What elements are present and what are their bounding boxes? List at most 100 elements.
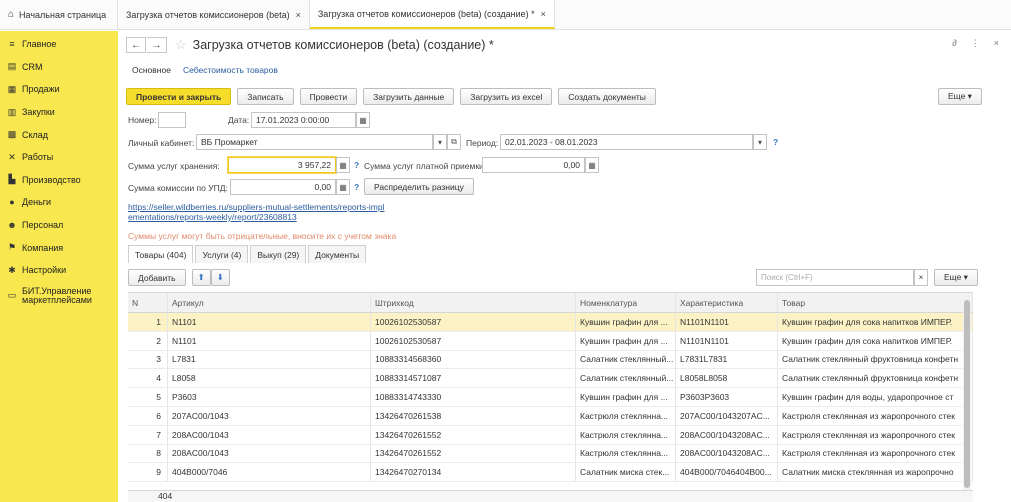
table-row[interactable]: 6 207AC00/1043 13426470261538 Кастрюля стек… [128, 406, 973, 426]
tab-buyout[interactable]: Выкуп (29) [250, 245, 307, 263]
table-row[interactable]: 2 N1101 10026102530587 Кувшин графин для ..… [128, 331, 973, 351]
table-row[interactable]: 3 L7831 10883314568360 Салатник стеклянный.… [128, 350, 973, 370]
arrow-right-icon: → [151, 39, 162, 51]
star-icon[interactable]: ☆ [175, 37, 187, 53]
search-input[interactable]: Поиск (Ctrl+F) [756, 269, 914, 286]
table-more-button[interactable]: Еще ▾ [934, 269, 978, 286]
cell-n: 3 [128, 350, 168, 369]
help-icon[interactable]: ? [773, 137, 778, 147]
calculator-icon[interactable]: ▦ [336, 157, 350, 173]
cell-article: L7831 [168, 350, 371, 369]
date-field[interactable]: 17.01.2023 0:00:00 [251, 112, 356, 128]
sidebar-item-works[interactable]: ✕ Работы [0, 146, 118, 169]
commission-field[interactable]: 0,00 [230, 179, 336, 195]
cell-n: 1 [128, 313, 168, 331]
table-row[interactable]: 5 P3603 10883314743330 Кувшин графин для ..… [128, 388, 973, 407]
calculator-icon[interactable]: ▦ [336, 179, 350, 195]
crm-icon: ▤ [7, 61, 17, 72]
table-row[interactable]: 8 208AC00/1043 13426470261552 Кастрюля стек… [128, 444, 973, 464]
link-icon[interactable]: ∂ [952, 38, 956, 49]
more-vertical-icon[interactable]: ⋮ [971, 38, 980, 49]
cell-barcode: 13426470270134 [371, 463, 576, 482]
move-up-button[interactable]: ⬆ [191, 269, 211, 286]
post-and-close-button[interactable]: Провести и закрыть [126, 88, 232, 105]
post-button[interactable]: Провести [299, 88, 358, 105]
period-field[interactable]: 02.01.2023 - 08.01.2023 [500, 134, 753, 150]
open-link-icon[interactable]: ⧉ [447, 134, 461, 150]
column-header[interactable]: Товар [778, 293, 973, 312]
save-button[interactable]: Записать [237, 88, 294, 105]
cell-barcode: 10026102530587 [371, 331, 576, 350]
tab-goods[interactable]: Товары (404) [128, 245, 194, 263]
cell-barcode: 10883314568360 [371, 350, 576, 369]
column-header[interactable]: Штрихкод [371, 293, 576, 312]
tab-home[interactable]: ⌂ Начальная страница [0, 0, 118, 29]
cell-characteristic: L7831L7831 [676, 350, 778, 369]
dropdown-icon[interactable]: ▾ [753, 134, 767, 150]
table-row[interactable]: 4 L8058 10883314571087 Салатник стеклянный.… [128, 369, 973, 389]
sidebar-item-staff[interactable]: ☻ Персонал [0, 214, 118, 237]
tab-commission-reports[interactable]: Загрузка отчетов комиссионеров (beta) × [118, 0, 310, 29]
calendar-icon[interactable]: ▦ [356, 112, 370, 128]
sidebar-item-settings[interactable]: ✱ Настройки [0, 259, 118, 282]
report-link[interactable]: https://seller.wildberries.ru/suppliers-… [128, 202, 385, 212]
number-label: Номер: [128, 115, 157, 125]
cell-article: 207AC00/1043 [168, 406, 371, 425]
commission-label: Сумма комиссии по УПД: [128, 183, 228, 193]
column-header[interactable]: Характеристика [676, 293, 778, 312]
cell-characteristic: 207AC00/1043207AC... [676, 406, 778, 425]
period-label: Период: [466, 138, 499, 148]
sidebar-item-company[interactable]: ⚑ Компания [0, 236, 118, 259]
close-icon[interactable]: × [296, 10, 301, 20]
cell-nomenclature: Салатник миска стек... [576, 463, 676, 482]
column-header[interactable]: Номенклатура [576, 293, 676, 312]
home-icon: ⌂ [8, 9, 15, 20]
sidebar-item-money[interactable]: ● Деньги [0, 191, 118, 214]
calculator-icon[interactable]: ▦ [585, 157, 599, 173]
subtab-cost[interactable]: Себестоимость товаров [183, 65, 278, 75]
sidebar-item-production[interactable]: ▙ Производство [0, 169, 118, 192]
close-icon[interactable]: × [541, 9, 546, 19]
column-header[interactable]: N [128, 293, 168, 312]
column-header[interactable]: Артикул [168, 293, 371, 312]
cell-article: L8058 [168, 369, 371, 388]
number-field[interactable] [158, 112, 186, 128]
sidebar-item-purchases[interactable]: ▥ Закупки [0, 101, 118, 124]
sidebar-item-warehouse[interactable]: ▩ Склад [0, 123, 118, 146]
dropdown-icon[interactable]: ▾ [433, 134, 447, 150]
table-scrollbar[interactable] [963, 294, 971, 496]
table-row[interactable]: 9 404B000/7046 13426470270134 Салатник миск… [128, 463, 973, 483]
tab-documents[interactable]: Документы [308, 245, 367, 263]
help-icon[interactable]: ? [354, 160, 359, 170]
back-button[interactable]: ← [126, 37, 146, 53]
scrollbar-thumb[interactable] [964, 300, 970, 488]
sidebar-item-marketplaces[interactable]: ▭ БИТ.Управление маркетплейсами [0, 282, 118, 310]
table-row[interactable]: 7 208AC00/1043 13426470261552 Кастрюля стек… [128, 425, 973, 445]
load-data-button[interactable]: Загрузить данные [363, 88, 455, 105]
distribute-difference-button[interactable]: Распределить разницу [364, 178, 474, 195]
tab-label: Загрузка отчетов комиссионеров (beta) [126, 9, 290, 20]
tab-services[interactable]: Услуги (4) [195, 245, 249, 263]
sidebar-item-crm[interactable]: ▤ CRM [0, 56, 118, 79]
sidebar-item-main[interactable]: ≡ Главное [0, 33, 118, 56]
sidebar-item-sales[interactable]: ▦ Продажи [0, 78, 118, 101]
sidebar-item-label: БИТ.Управление маркетплейсами [22, 285, 92, 305]
clear-search-icon[interactable]: × [914, 269, 928, 286]
table-row[interactable]: 1 N1101 10026102530587 Кувшин графин для ..… [128, 313, 973, 332]
cabinet-field[interactable]: ВБ Промаркет [196, 134, 433, 150]
add-button[interactable]: Добавить [128, 269, 186, 286]
subtab-main[interactable]: Основное [132, 65, 171, 75]
help-icon[interactable]: ? [354, 182, 359, 192]
move-down-button[interactable]: ⬇ [210, 269, 230, 286]
create-documents-button[interactable]: Создать документы [558, 88, 656, 105]
storage-sum-field[interactable]: 3 957,22 [228, 157, 336, 173]
cabinet-label: Личный кабинет: [128, 138, 195, 148]
load-excel-button[interactable]: Загрузить из excel [460, 88, 553, 105]
report-link-continued[interactable]: ementations/reports-weekly/report/236088… [128, 212, 297, 222]
tab-commission-reports-create[interactable]: Загрузка отчетов комиссионеров (beta) (с… [309, 0, 555, 29]
more-button[interactable]: Еще ▾ [938, 88, 982, 105]
forward-button[interactable]: → [147, 37, 167, 53]
paid-acceptance-field[interactable]: 0,00 [482, 157, 585, 173]
close-icon[interactable]: × [994, 38, 999, 49]
sidebar-item-label: Склад [22, 129, 49, 140]
